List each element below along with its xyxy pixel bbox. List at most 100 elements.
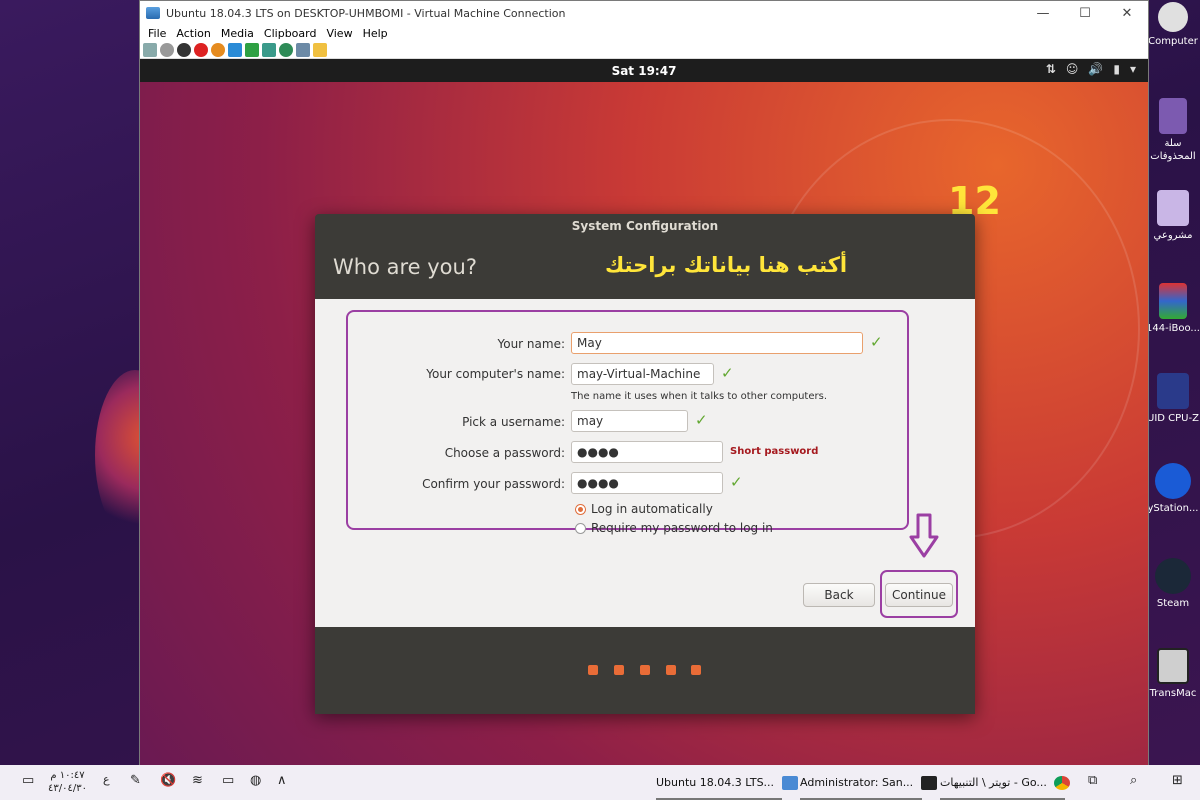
login-require-option[interactable]: Require my password to log in [575,521,773,535]
dialog-title: System Configuration [571,219,719,233]
minimize-button[interactable]: — [1022,6,1064,21]
ctrl-alt-del-icon[interactable] [143,42,157,57]
revert-icon[interactable] [279,42,293,57]
install-progress-footer [315,627,975,714]
user-form: Your name: May ✓ Your computer's name: m… [315,299,975,627]
menu-media[interactable]: Media [221,27,254,40]
document-icon [1157,190,1189,226]
vm-app-icon [146,7,160,19]
password-input[interactable]: ●●●● [571,441,723,463]
system-configuration-dialog: System Configuration Who are you? أكتب ه… [315,214,975,714]
antivirus-icon[interactable]: ◍ [250,773,261,788]
chevron-up-icon[interactable]: ∧ [277,773,287,788]
notification-icon[interactable]: ▭ [22,773,34,788]
login-auto-option[interactable]: Log in automatically [575,502,713,516]
computer-name-input[interactable]: may-Virtual-Machine [571,363,714,385]
desktop-icon-recycle-bin[interactable]: سلة المحذوفات [1146,98,1200,163]
progress-dot [666,665,676,675]
cpu-chip-icon [1157,373,1189,409]
task-view-icon[interactable]: ⧉ [1088,773,1097,788]
dialog-header: Who are you? أكتب هنا بياناتك براحتك [315,239,975,299]
turn-off-icon[interactable] [177,42,191,57]
login-require-label: Require my password to log in [591,521,773,535]
desktop-icon-playstation[interactable]: yStation... [1146,463,1200,515]
taskbar-time: ١٠:٤٧ م [50,770,85,781]
taskbar-clock[interactable]: ١٠:٤٧ م ٤٣/٠٤/٣٠ [48,769,87,795]
archive-icon [1159,283,1187,319]
desktop-icon-transmac[interactable]: TransMac [1146,648,1200,700]
name-valid-check-icon: ✓ [870,333,883,351]
login-auto-label: Log in automatically [591,502,713,516]
username-valid-check-icon: ✓ [695,411,708,429]
topbar-status-icons[interactable]: ⇅ ☺ 🔊 ▮ ▾ [1046,62,1136,76]
confirm-password-label: Confirm your password: [422,477,565,491]
vm-connection-window: Ubuntu 18.04.3 LTS on DESKTOP-UHMBOMI - … [139,0,1149,765]
menu-file[interactable]: File [148,27,166,40]
vm-taskbar-icon [781,776,798,790]
reset-icon[interactable] [262,42,276,57]
vm-toolbar [140,41,1148,59]
password-strength-label: Short password [730,446,819,457]
confirm-password-valid-check-icon: ✓ [730,473,743,491]
progress-dot [640,665,650,675]
battery-icon[interactable]: ▭ [222,773,234,788]
username-label: Pick a username: [462,415,565,429]
desktop-icon-project[interactable]: مشروعي [1146,190,1200,242]
chevron-down-icon: ▾ [1129,62,1136,76]
ubuntu-clock[interactable]: Sat 19:47 [612,64,677,78]
steam-icon [1155,558,1191,594]
enhanced-session-icon[interactable] [313,42,327,57]
close-button[interactable]: ✕ [1106,6,1148,21]
ubuntu-screen: Sat 19:47 ⇅ ☺ 🔊 ▮ ▾ 12 System Configurat… [140,59,1148,765]
desktop-icon-computer[interactable]: Computer [1146,2,1200,48]
pause-icon[interactable] [228,42,242,57]
progress-dot [691,665,701,675]
computer-name-label: Your computer's name: [426,367,565,381]
task-terminal[interactable]: Administrator: San... [800,765,937,800]
terminal-icon [920,776,937,790]
menu-action[interactable]: Action [176,27,210,40]
language-indicator[interactable]: ع [103,773,110,786]
battery-icon: ▮ [1113,62,1120,76]
computer-name-hint: The name it uses when it talks to other … [571,391,828,402]
windows-start-icon[interactable]: ⊞ [1172,773,1183,788]
desktop-icon-archive[interactable]: 144-iBoo... [1146,283,1200,335]
name-label: Your name: [497,337,565,351]
arrow-down-icon [909,513,939,558]
chrome-icon [1054,776,1071,790]
resume-icon[interactable] [245,42,259,57]
volume-icon: 🔊 [1088,62,1104,76]
wifi-icon[interactable]: ≋ [192,773,203,788]
name-input[interactable]: May [571,332,863,354]
power-icon[interactable] [211,42,225,57]
desktop-icon-steam[interactable]: Steam [1146,558,1200,610]
shut-down-icon[interactable] [194,42,208,57]
menu-clipboard[interactable]: Clipboard [264,27,317,40]
username-input[interactable]: may [571,410,688,432]
ubuntu-topbar: Sat 19:47 ⇅ ☺ 🔊 ▮ ▾ [140,59,1148,82]
menu-view[interactable]: View [326,27,352,40]
vm-window-title: Ubuntu 18.04.3 LTS on DESKTOP-UHMBOMI - … [166,6,566,20]
vm-menubar: File Action Media Clipboard View Help [140,25,1148,41]
password-label: Choose a password: [444,446,565,460]
desktop-icon-cpuz[interactable]: UID CPU-Z [1146,373,1200,425]
playstation-icon [1155,463,1191,499]
pen-icon[interactable]: ✎ [130,773,141,788]
login-require-radio[interactable] [575,522,586,534]
maximize-button[interactable]: ☐ [1064,6,1106,21]
network-icon: ⇅ [1045,62,1056,76]
search-icon[interactable]: ⌕ [1130,773,1137,788]
transmac-icon [1157,648,1189,684]
tutorial-caption: أكتب هنا بياناتك براحتك [605,253,848,277]
task-chrome[interactable]: تويتر \ التنبيهات - Go... [940,765,1071,800]
taskbar-date: ٤٣/٠٤/٣٠ [48,783,87,794]
login-auto-radio[interactable] [575,503,586,515]
task-ubuntu-vm[interactable]: Ubuntu 18.04.3 LTS... [656,765,798,800]
windows-taskbar: ▭ ١٠:٤٧ م ٤٣/٠٤/٣٠ ع ✎ 🔇 ≋ ▭ ◍ ∧ Ubuntu … [0,765,1200,800]
menu-help[interactable]: Help [363,27,388,40]
confirm-password-input[interactable]: ●●●● [571,472,723,494]
back-button[interactable]: Back [803,583,875,607]
volume-muted-icon[interactable]: 🔇 [160,773,176,788]
start-icon[interactable] [160,42,174,57]
checkpoint-icon[interactable] [296,42,310,57]
